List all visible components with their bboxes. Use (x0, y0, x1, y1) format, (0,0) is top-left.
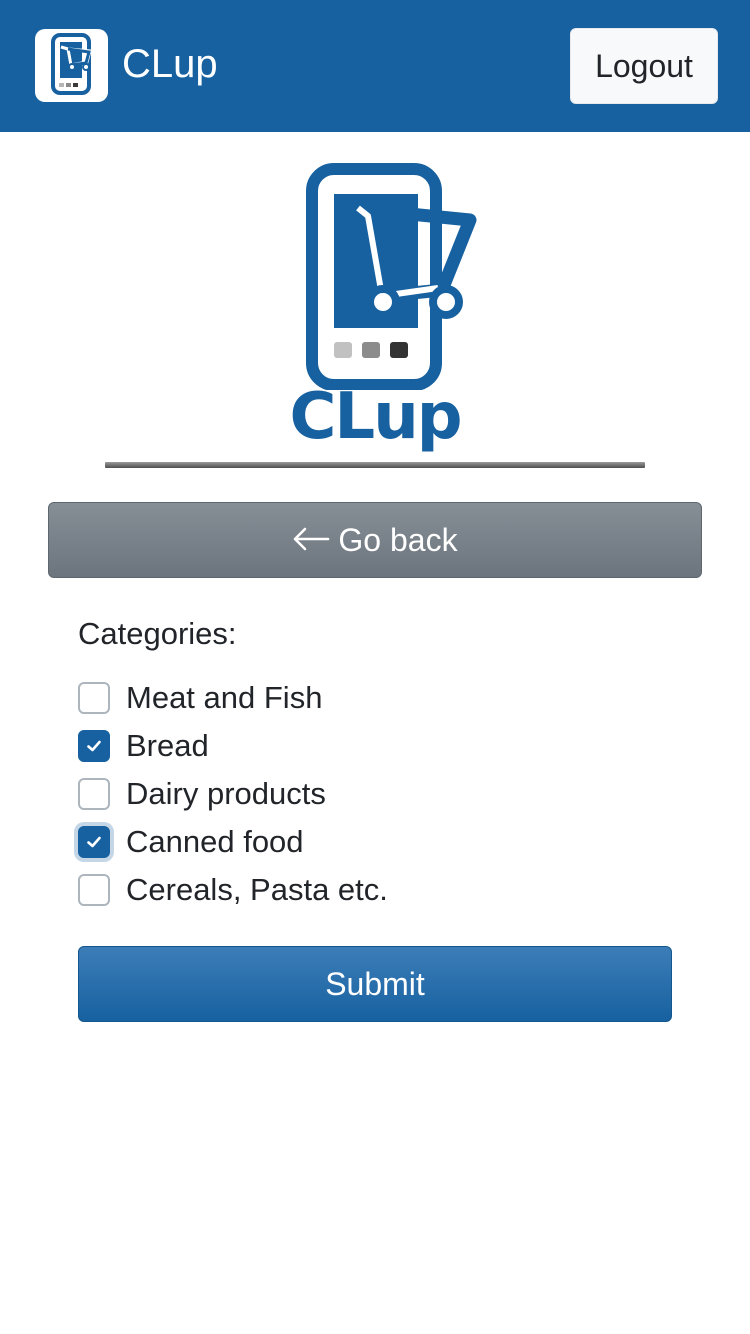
go-back-button[interactable]: Go back (48, 502, 702, 578)
category-list: Meat and Fish Bread Dairy products Canned f… (78, 677, 678, 917)
top-navbar: CLup Logout (0, 0, 750, 132)
categories-label: Categories: (78, 616, 237, 651)
category-label[interactable]: Cereals, Pasta etc. (126, 869, 388, 911)
checkmark-icon (87, 836, 101, 848)
category-checkbox[interactable] (78, 778, 110, 810)
category-label[interactable]: Canned food (126, 821, 304, 863)
category-checkbox[interactable] (78, 874, 110, 906)
clup-logo: CLup (270, 160, 480, 460)
category-checkbox[interactable] (78, 826, 110, 858)
category-label[interactable]: Bread (126, 725, 209, 767)
arrow-left-icon (292, 503, 330, 577)
category-item[interactable]: Bread (78, 725, 678, 773)
checkmark-icon (87, 740, 101, 752)
brand-logo-icon[interactable] (35, 29, 108, 102)
category-checkbox[interactable] (78, 682, 110, 714)
brand-name[interactable]: CLup (122, 40, 218, 88)
submit-button[interactable]: Submit (78, 946, 672, 1022)
category-item[interactable]: Meat and Fish (78, 677, 678, 725)
go-back-label: Go back (338, 522, 458, 558)
category-item[interactable]: Cereals, Pasta etc. (78, 869, 678, 917)
category-item[interactable]: Dairy products (78, 773, 678, 821)
category-checkbox[interactable] (78, 730, 110, 762)
logo-divider (105, 462, 645, 468)
logout-button[interactable]: Logout (570, 28, 718, 104)
category-label[interactable]: Meat and Fish (126, 677, 322, 719)
cart-phone-logo-icon (306, 163, 477, 391)
logo-wordmark: CLup (289, 380, 462, 454)
category-label[interactable]: Dairy products (126, 773, 326, 815)
category-item[interactable]: Canned food (78, 821, 678, 869)
